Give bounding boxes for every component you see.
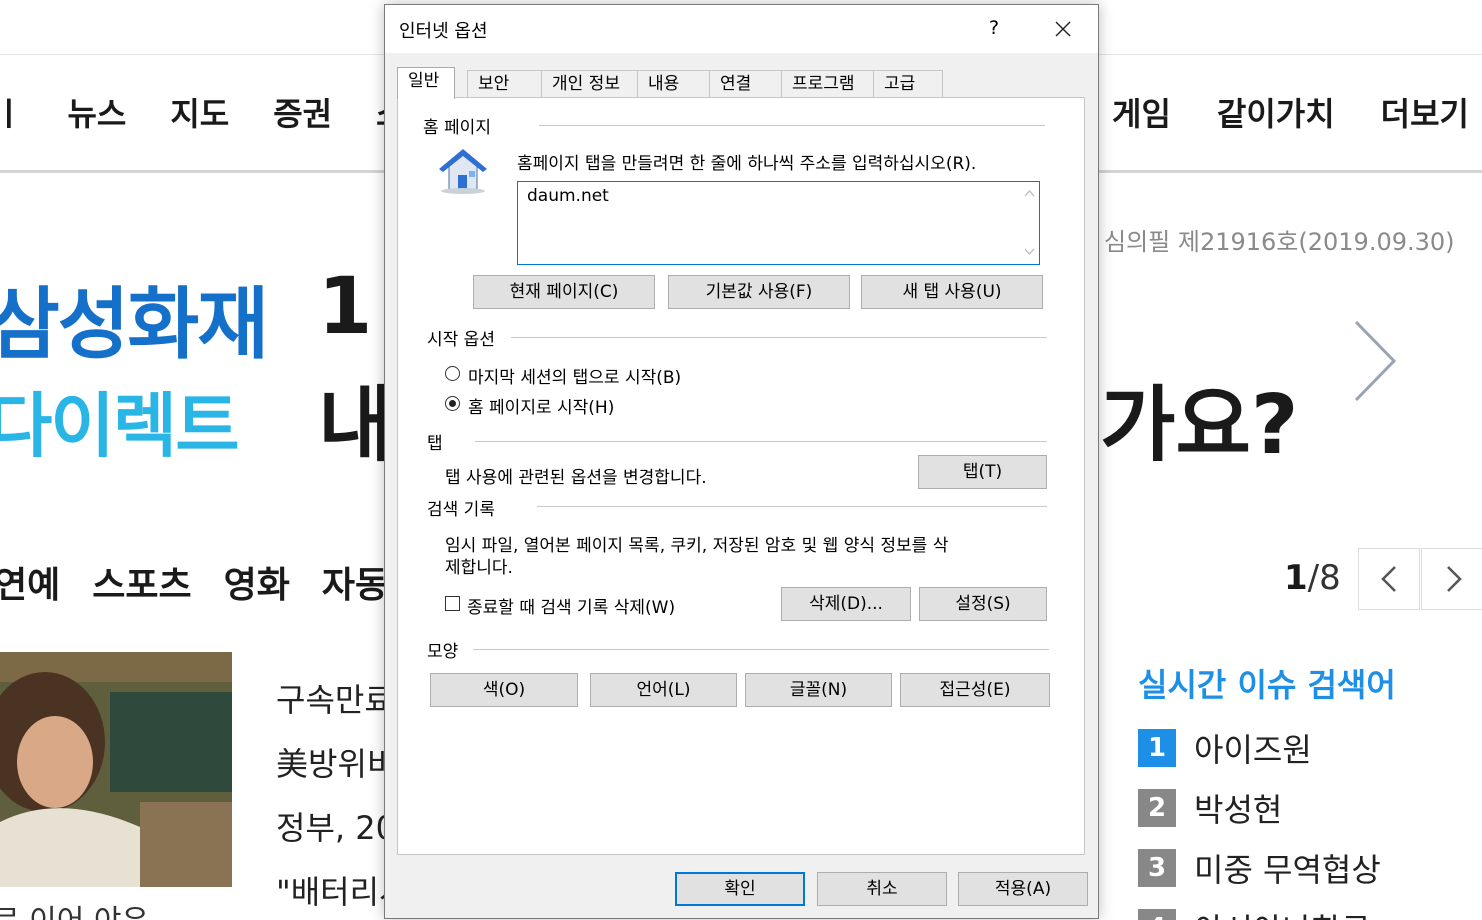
realtime-issues-list: 1 아이즈원 2 박성현 3 미중 무역협상 4 아시아나항공 (1138, 718, 1381, 920)
home-page-value: daum.net (527, 186, 609, 206)
nav-item-map[interactable]: 지도 (170, 89, 229, 135)
home-page-instruction: 홈페이지 탭을 만들려면 한 줄에 하나씩 주소를 입력하십시오(R). (517, 154, 977, 174)
section-tab-entertainment[interactable]: 연예 (0, 556, 60, 608)
history-settings-button[interactable]: 설정(S) (919, 587, 1047, 621)
tab-content[interactable]: 내용 (637, 70, 711, 97)
group-divider (537, 506, 1047, 507)
apply-button[interactable]: 적용(A) (958, 872, 1088, 906)
rank-badge: 2 (1138, 789, 1176, 827)
colors-button[interactable]: 색(O) (430, 673, 578, 707)
tab-privacy[interactable]: 개인 정보 (541, 70, 639, 97)
realtime-keyword: 아이즈원 (1194, 731, 1312, 769)
use-default-button[interactable]: 기본값 사용(F) (668, 275, 850, 309)
group-divider (511, 337, 1047, 338)
ad-headline-line2[interactable]: 내 (318, 358, 393, 477)
realtime-keyword: 아시아나항공 (1194, 905, 1371, 920)
news-photo-image (0, 652, 232, 887)
fonts-button[interactable]: 글꼴(N) (745, 673, 892, 707)
startup-radio-home-page[interactable] (445, 396, 460, 411)
history-description-line1: 임시 파일, 열어본 페이지 목록, 쿠키, 저장된 암호 및 웹 양식 정보를… (445, 536, 949, 556)
tab-programs[interactable]: 프로그램 (781, 70, 875, 97)
ad-brand-line2[interactable]: 다이렉트 (0, 370, 240, 471)
startup-option-home-page[interactable]: 홈 페이지로 시작(H) (468, 393, 614, 418)
close-icon[interactable] (1045, 11, 1081, 47)
nav-item-stocks[interactable]: 증권 (273, 89, 332, 135)
tab-advanced[interactable]: 고급 (873, 70, 943, 97)
delete-on-exit-checkbox[interactable] (445, 596, 460, 611)
realtime-item[interactable]: 3 미중 무역협상 (1138, 838, 1381, 898)
photo-caption[interactable]: 로 이어 야유 (0, 896, 149, 920)
realtime-item[interactable]: 4 아시아나항공 (1138, 898, 1381, 920)
realtime-keyword: 박성현 (1194, 791, 1283, 829)
rank-badge: 3 (1138, 849, 1176, 887)
nav-item-game[interactable]: 게임 (1112, 89, 1171, 135)
pager-current: 1 (1284, 558, 1308, 598)
history-group-label: 검색 기록 (427, 500, 495, 520)
languages-button[interactable]: 언어(L) (590, 673, 737, 707)
delete-history-button[interactable]: 삭제(D)... (781, 587, 911, 621)
chevron-right-icon (1447, 566, 1462, 592)
rank-badge: 1 (1138, 729, 1176, 767)
realtime-item[interactable]: 2 박성현 (1138, 778, 1381, 838)
news-pager-indicator: 1/8 (1284, 558, 1341, 598)
dialog-titlebar[interactable]: 인터넷 옵션 ? (385, 5, 1098, 53)
use-new-tab-button[interactable]: 새 탭 사용(U) (861, 275, 1043, 309)
tabs-group-description: 탭 사용에 관련된 옵션을 변경합니다. (445, 468, 707, 488)
section-tab-cars[interactable]: 자동 (322, 556, 388, 608)
tab-general[interactable]: 일반 (397, 67, 455, 99)
group-divider (475, 441, 1047, 442)
textarea-scrollbar[interactable] (1021, 183, 1038, 263)
news-photo[interactable] (0, 652, 232, 887)
group-divider (539, 125, 1045, 126)
history-description-line2: 제합니다. (445, 558, 513, 578)
tab-connections[interactable]: 연결 (709, 70, 783, 97)
section-tabs: 연예 스포츠 영화 자동 (0, 556, 388, 608)
nav-item-news[interactable]: 뉴스 (67, 89, 126, 135)
ad-review-number: 심의필 제21916호(2019.09.30) (1104, 228, 1455, 256)
ok-button[interactable]: 확인 (675, 872, 805, 906)
startup-option-last-session[interactable]: 마지막 세션의 탭으로 시작(B) (468, 363, 681, 388)
main-nav-right: 게임 같이가치 더보기 ∨ (1112, 88, 1482, 136)
delete-on-exit-label[interactable]: 종료할 때 검색 기록 삭제(W) (467, 593, 675, 618)
tab-security[interactable]: 보안 (467, 70, 543, 97)
tabs-group-label: 탭 (427, 434, 443, 454)
ad-brand-line1[interactable]: 삼성화재 (0, 262, 269, 374)
appearance-group-label: 모양 (427, 642, 459, 662)
startup-radio-last-session[interactable] (445, 366, 460, 381)
ad-headline-line2-end[interactable]: 가요? (1100, 358, 1298, 477)
nav-item-more[interactable]: 더보기 (1381, 89, 1469, 135)
home-icon (439, 149, 487, 194)
home-page-group-label: 홈 페이지 (423, 118, 491, 138)
nav-item-partial[interactable]: ㅣ (0, 89, 23, 135)
home-page-textarea[interactable]: daum.net (517, 181, 1040, 265)
pager-total: /8 (1307, 558, 1341, 598)
main-nav-left: ㅣ 뉴스 지도 증권 쇼 (0, 88, 406, 136)
pager-next-button[interactable] (1421, 548, 1482, 610)
realtime-item[interactable]: 1 아이즈원 (1138, 718, 1381, 778)
realtime-issues-title: 실시간 이슈 검색어 (1138, 666, 1396, 704)
pager-prev-button[interactable] (1358, 548, 1420, 610)
chevron-right-icon[interactable] (1352, 318, 1398, 404)
accessibility-button[interactable]: 접근성(E) (900, 673, 1050, 707)
tabs-settings-button[interactable]: 탭(T) (918, 455, 1047, 489)
use-current-button[interactable]: 현재 페이지(C) (473, 275, 655, 309)
help-button[interactable]: ? (979, 13, 1009, 43)
startup-group-label: 시작 옵션 (427, 330, 495, 350)
nav-item-together[interactable]: 같이가치 (1217, 89, 1335, 135)
section-tab-sports[interactable]: 스포츠 (92, 556, 191, 608)
group-divider (473, 649, 1049, 650)
cancel-button[interactable]: 취소 (817, 872, 947, 906)
internet-options-dialog: 인터넷 옵션 ? 일반 보안 개인 정보 내용 연결 프로그램 고급 홈 페이지… (384, 4, 1099, 919)
dialog-title: 인터넷 옵션 (399, 21, 488, 42)
chevron-left-icon (1381, 566, 1396, 592)
realtime-keyword: 미중 무역협상 (1194, 851, 1381, 889)
rank-badge: 4 (1138, 909, 1176, 920)
section-tab-movies[interactable]: 영화 (224, 556, 290, 608)
